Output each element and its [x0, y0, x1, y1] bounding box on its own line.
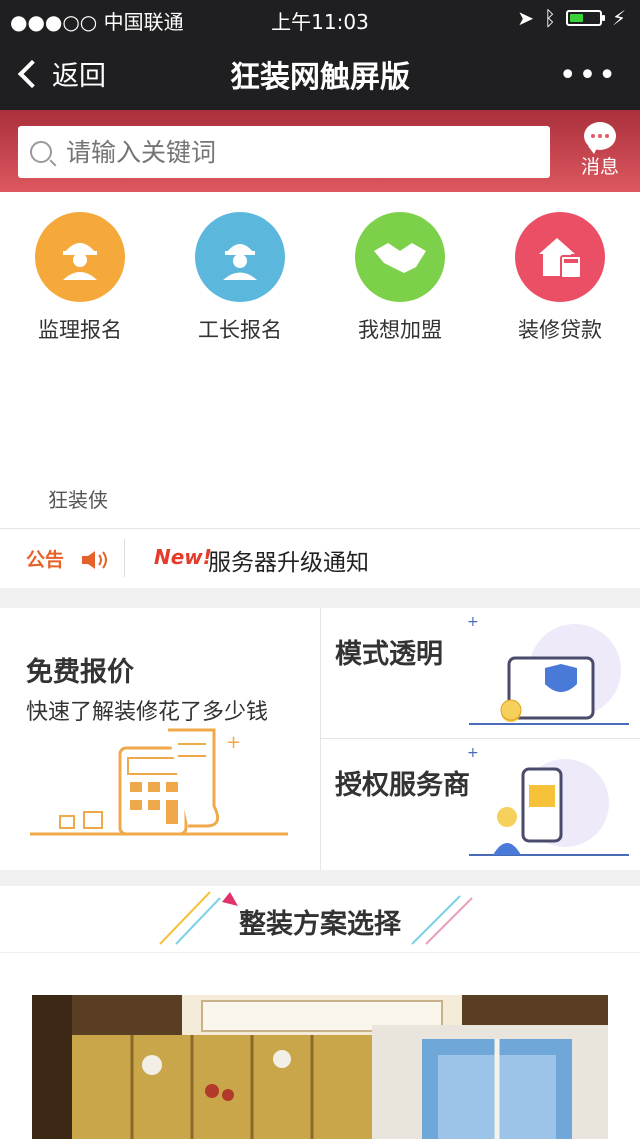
- house-calculator-icon: [515, 212, 605, 302]
- wallet-shield-icon: +: [467, 614, 629, 725]
- quick-link-loan[interactable]: 装修贷款: [490, 212, 630, 344]
- message-button[interactable]: 消息: [568, 122, 632, 179]
- status-bar: ●●●○○ 中国联通 上午11:03 ➤ ᛒ ⚡: [0, 0, 640, 36]
- notice-bar[interactable]: 公告 New! 服务器升级通知: [0, 528, 640, 589]
- divider: [0, 588, 640, 608]
- quick-link-foreman[interactable]: 工长报名: [170, 212, 310, 344]
- page-title: 狂装网触屏版: [230, 60, 410, 95]
- nav-bar: 返回 狂装网触屏版 •••: [0, 36, 640, 110]
- quick-link-label: 装修贷款: [518, 318, 602, 342]
- search-input[interactable]: [64, 136, 508, 168]
- divider: [0, 870, 640, 886]
- quick-links: 监理报名 工长报名 我想加盟 装修贷款 狂装侠: [0, 192, 640, 528]
- supervisor-helmet-icon: [35, 212, 125, 302]
- free-quote-subtitle: 快速了解装修花了多少钱: [26, 700, 269, 725]
- divider: [124, 539, 125, 577]
- new-badge: New!: [154, 545, 212, 569]
- charging-icon: ⚡: [611, 6, 626, 30]
- free-quote-title: 免费报价: [26, 657, 134, 688]
- quick-link-join[interactable]: 我想加盟: [330, 212, 470, 344]
- quick-link-supervisor[interactable]: 监理报名: [10, 212, 150, 344]
- svg-text:+: +: [467, 614, 479, 630]
- calculator-receipt-icon: +: [30, 728, 288, 836]
- svg-text:+: +: [467, 745, 479, 761]
- transparent-mode-title: 模式透明: [335, 639, 443, 670]
- more-button[interactable]: •••: [559, 58, 618, 93]
- quick-link-label: 监理报名: [38, 318, 122, 342]
- plan-photo[interactable]: [32, 995, 608, 1139]
- message-label: 消息: [580, 156, 619, 178]
- authorized-provider-card[interactable]: 授权服务商 +: [321, 739, 640, 869]
- plans-header: 整装方案选择: [0, 886, 640, 953]
- notice-tag: 公告: [26, 549, 65, 571]
- search-icon: [30, 141, 52, 163]
- battery-icon: [565, 10, 605, 26]
- transparent-mode-card[interactable]: 模式透明 +: [321, 608, 640, 739]
- location-icon: ➤: [517, 6, 534, 30]
- search-bar: 消息: [0, 110, 640, 192]
- bedroom-image: [32, 995, 608, 1139]
- promo-section: 免费报价 快速了解装修花了多少钱 + 模式透明 + 授权服务商 +: [0, 608, 640, 870]
- brand-label: 狂装侠: [48, 488, 108, 512]
- notice-text[interactable]: 服务器升级通知: [208, 543, 369, 577]
- bluetooth-icon: ᛒ: [543, 6, 556, 30]
- chat-bubble-icon: [584, 122, 616, 154]
- phone-person-icon: +: [467, 745, 629, 856]
- handshake-icon: [355, 212, 445, 302]
- speaker-icon: [82, 551, 107, 569]
- quick-link-label: 工长报名: [198, 318, 282, 342]
- authorized-provider-title: 授权服务商: [335, 770, 470, 801]
- quick-link-label: 我想加盟: [358, 318, 442, 342]
- foreman-worker-icon: [195, 212, 285, 302]
- svg-text:+: +: [226, 732, 241, 753]
- plans-title: 整装方案选择: [239, 909, 401, 940]
- free-quote-card[interactable]: 免费报价 快速了解装修花了多少钱 +: [0, 608, 321, 870]
- search-box[interactable]: [18, 126, 550, 178]
